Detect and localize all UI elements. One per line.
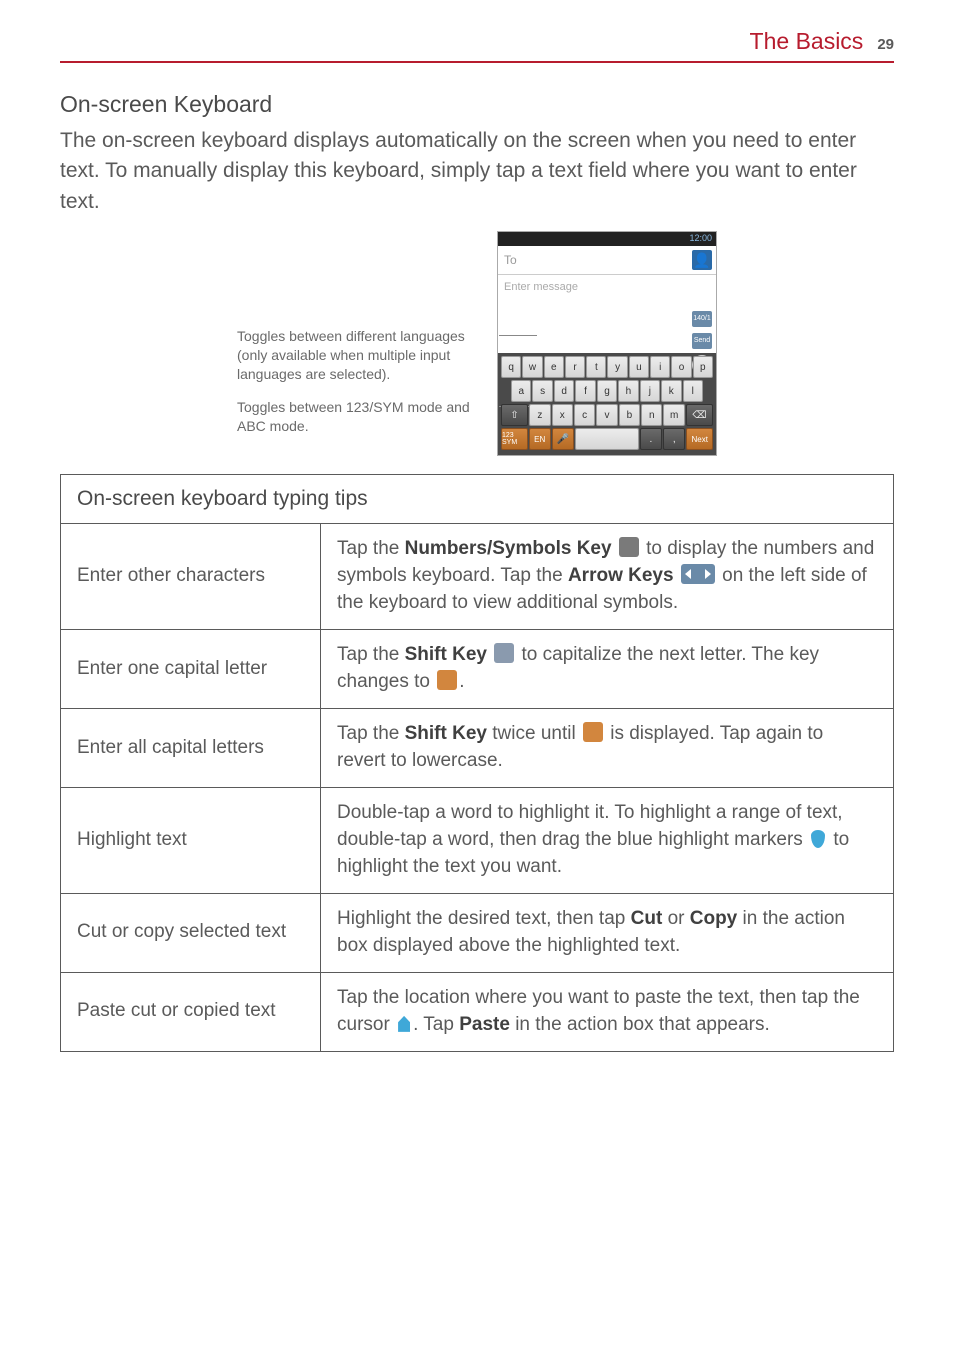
to-row: To 👤 [498,246,716,275]
key-i[interactable]: i [650,356,670,378]
char-count-badge: 140/1 [692,311,712,327]
table-row: Enter all capital letters Tap the Shift … [61,709,894,788]
key-n[interactable]: n [641,404,662,426]
key-v[interactable]: v [596,404,617,426]
key-o[interactable]: o [671,356,691,378]
key-s[interactable]: s [532,380,552,402]
typing-tips-table: On-screen keyboard typing tips Enter oth… [60,474,894,1052]
row-label: Enter all capital letters [61,709,321,788]
table-row: Enter other characters Tap the Numbers/S… [61,524,894,630]
key-b[interactable]: b [619,404,640,426]
kbd-row-2: a s d f g h j k l [501,380,713,402]
key-e[interactable]: e [544,356,564,378]
key-d[interactable]: d [554,380,574,402]
table-row: Cut or copy selected text Highlight the … [61,894,894,973]
key-f[interactable]: f [575,380,595,402]
table-row: Highlight text Double-tap a word to high… [61,788,894,894]
key-q[interactable]: q [501,356,521,378]
to-input[interactable]: To [502,251,692,269]
key-t[interactable]: t [586,356,606,378]
message-area[interactable]: Enter message 140/1 Send 📎 [498,275,716,353]
page-header: The Basics 29 [60,0,894,63]
row-label: Enter one capital letter [61,630,321,709]
shift-lock-icon [583,722,603,742]
key-a[interactable]: a [511,380,531,402]
key-u[interactable]: u [629,356,649,378]
key-mic[interactable]: 🎤 [552,428,574,450]
key-next[interactable]: Next [686,428,713,450]
key-h[interactable]: h [618,380,638,402]
key-y[interactable]: y [607,356,627,378]
kbd-row-3: ⇧ z x c v b n m ⌫ [501,404,713,426]
row-label: Paste cut or copied text [61,972,321,1051]
phone-mock: 12:00 To 👤 Enter message 140/1 Send 📎 q … [497,231,717,456]
section-title: On-screen Keyboard [60,91,894,118]
table-row: Enter one capital letter Tap the Shift K… [61,630,894,709]
onscreen-keyboard[interactable]: q w e r t y u i o p a s d f g h j k l [498,353,716,455]
msg-placeholder: Enter message [504,281,578,293]
contact-icon[interactable]: 👤 [692,250,712,270]
key-dot[interactable]: . [640,428,662,450]
key-shift[interactable]: ⇧ [501,404,528,426]
row-desc: Tap the Numbers/Symbols Key to display t… [321,524,894,630]
key-l[interactable]: l [683,380,703,402]
key-sym[interactable]: 123 SYM [501,428,528,450]
send-button[interactable]: Send [692,333,712,349]
row-desc: Tap the Shift Key twice until is display… [321,709,894,788]
key-lang[interactable]: EN [529,428,551,450]
numbers-symbols-key-icon [619,537,639,557]
key-backspace[interactable]: ⌫ [686,404,713,426]
callout-lang: Toggles between different languages (onl… [237,327,497,384]
key-r[interactable]: r [565,356,585,378]
kbd-row-1: q w e r t y u i o p [501,356,713,378]
table-row: Paste cut or copied text Tap the locatio… [61,972,894,1051]
kbd-row-4: 123 SYM EN 🎤 . , Next [501,428,713,450]
shift-key-icon [494,643,514,663]
key-comma[interactable]: , [663,428,685,450]
key-g[interactable]: g [597,380,617,402]
callouts-column: Toggles between different languages (onl… [237,231,497,449]
row-label: Cut or copy selected text [61,894,321,973]
key-p[interactable]: p [693,356,713,378]
row-desc: Double-tap a word to highlight it. To hi… [321,788,894,894]
status-bar: 12:00 [498,232,716,246]
key-space[interactable] [575,428,638,450]
header-title: The Basics [750,28,864,55]
key-j[interactable]: j [640,380,660,402]
keyboard-diagram: Toggles between different languages (onl… [60,231,894,456]
row-label: Highlight text [61,788,321,894]
key-m[interactable]: m [663,404,684,426]
shift-active-icon [437,670,457,690]
key-k[interactable]: k [661,380,681,402]
page-number: 29 [877,36,894,53]
section-intro: The on-screen keyboard displays automati… [60,126,894,217]
arrow-keys-icon [681,564,715,584]
key-c[interactable]: c [574,404,595,426]
row-desc: Highlight the desired text, then tap Cut… [321,894,894,973]
table-heading: On-screen keyboard typing tips [61,475,894,524]
status-time: 12:00 [689,233,712,243]
callout-mode: Toggles between 123/SYM mode and ABC mod… [237,398,497,436]
row-label: Enter other characters [61,524,321,630]
row-desc: Tap the location where you want to paste… [321,972,894,1051]
key-w[interactable]: w [522,356,542,378]
key-x[interactable]: x [552,404,573,426]
cursor-marker-icon [398,1016,410,1032]
key-z[interactable]: z [529,404,550,426]
row-desc: Tap the Shift Key to capitalize the next… [321,630,894,709]
highlight-marker-icon [811,830,825,848]
